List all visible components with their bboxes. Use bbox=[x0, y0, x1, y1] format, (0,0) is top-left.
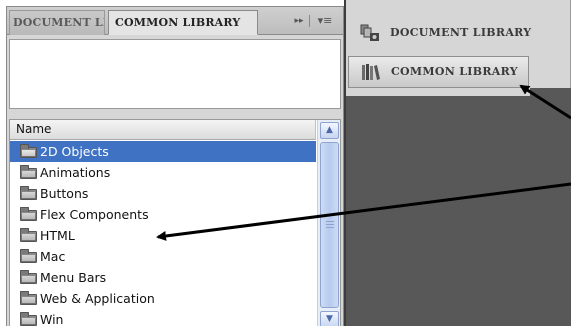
list-item-label: Win bbox=[40, 312, 64, 326]
list-item[interactable]: HTML bbox=[10, 225, 316, 246]
list-item-label: 2D Objects bbox=[40, 144, 109, 159]
double-chevron-right-icon[interactable]: ▸▸ bbox=[291, 13, 307, 29]
panel-divider bbox=[7, 111, 343, 119]
scrollbar-grip bbox=[326, 224, 334, 225]
library-preview-area bbox=[9, 39, 341, 109]
list-item-label: Flex Components bbox=[40, 207, 149, 222]
folder-icon bbox=[20, 312, 37, 326]
common-library-item[interactable]: COMMON LIBRARY bbox=[348, 56, 529, 88]
tab-bar-divider bbox=[309, 15, 310, 27]
list-item-label: Web & Application bbox=[40, 291, 155, 306]
scrollbar-grip bbox=[326, 221, 334, 222]
folder-icon bbox=[20, 165, 37, 179]
library-item-list: Name 2D Objects Animations Buttons Flex … bbox=[9, 119, 341, 326]
tab-document-library[interactable]: DOCUMENT LIBRARY bbox=[9, 10, 105, 35]
list-item[interactable]: Win bbox=[10, 309, 316, 326]
folder-icon bbox=[20, 207, 37, 221]
panel-menu-icon[interactable]: ▾≡ bbox=[315, 13, 335, 29]
folder-icon bbox=[20, 186, 37, 200]
folder-icon bbox=[20, 144, 37, 158]
list-item[interactable]: Web & Application bbox=[10, 288, 316, 309]
folder-icon bbox=[20, 291, 37, 305]
column-header-name[interactable]: Name bbox=[10, 120, 316, 140]
folder-icon bbox=[20, 249, 37, 263]
list-item-label: Mac bbox=[40, 249, 66, 264]
list-item[interactable]: Animations bbox=[10, 162, 316, 183]
vertical-scrollbar[interactable]: ▲ ▼ bbox=[317, 120, 340, 326]
list-item-label: Animations bbox=[40, 165, 111, 180]
list-item[interactable]: Menu Bars bbox=[10, 267, 316, 288]
scrollbar-grip bbox=[326, 227, 334, 228]
list-item[interactable]: Flex Components bbox=[10, 204, 316, 225]
scrollbar-thumb[interactable] bbox=[320, 142, 339, 308]
document-library-item[interactable]: DOCUMENT LIBRARY bbox=[348, 16, 532, 50]
expanded-panel-dock: DOCUMENT LIBRARY COMMON LIBRARY bbox=[344, 0, 571, 326]
expanded-panel-list: DOCUMENT LIBRARY COMMON LIBRARY bbox=[346, 0, 571, 96]
list-item-label: HTML bbox=[40, 228, 75, 243]
scroll-down-arrow-icon[interactable]: ▼ bbox=[320, 311, 339, 326]
list-item-label: Menu Bars bbox=[40, 270, 107, 285]
document-library-label: DOCUMENT LIBRARY bbox=[390, 26, 532, 39]
tab-common-library[interactable]: COMMON LIBRARY bbox=[108, 10, 258, 35]
panel-edge bbox=[530, 88, 571, 96]
panel-tab-bar: DOCUMENT LIBRARY COMMON LIBRARY ▸▸ ▾≡ bbox=[7, 7, 343, 35]
common-library-label: COMMON LIBRARY bbox=[391, 65, 518, 78]
common-library-icon bbox=[362, 64, 380, 80]
folder-icon bbox=[20, 270, 37, 284]
document-library-icon bbox=[360, 24, 379, 41]
library-panel: DOCUMENT LIBRARY COMMON LIBRARY ▸▸ ▾≡ Na… bbox=[6, 6, 344, 326]
list-item[interactable]: Buttons bbox=[10, 183, 316, 204]
list-item[interactable]: 2D Objects bbox=[10, 141, 316, 162]
scroll-up-arrow-icon[interactable]: ▲ bbox=[320, 122, 339, 139]
list-item[interactable]: Mac bbox=[10, 246, 316, 267]
folder-icon bbox=[20, 228, 37, 242]
list-item-label: Buttons bbox=[40, 186, 89, 201]
